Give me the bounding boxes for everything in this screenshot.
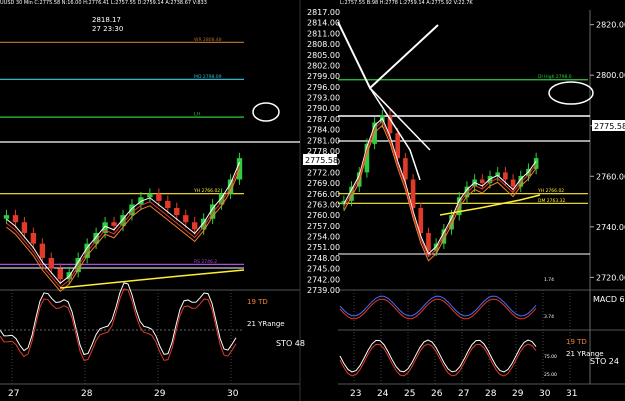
chart-canvas: 2817.00 2814.002811.00 2808.00 2805.002802.… [0,0,625,401]
right-x-tick-label: 25 [404,389,415,399]
price-tick-label: 2742.00 [307,275,340,284]
crosshair-time-label: 27 23:30 [92,25,123,33]
price-tick-label: 2739.00 [307,286,340,295]
price-tick-label: 2760.00 [307,211,340,220]
right-candle [503,172,508,180]
last-price-label: 2775.58 [305,156,338,165]
price-tick-label: 2763.00 [307,200,340,209]
sto-tick: 75.00 [544,354,557,360]
price-tick-label: 2799.00 [307,72,340,81]
left-candle [156,193,162,201]
right-axis-tick-label: 2800.00 [596,71,625,80]
left-candle [30,232,37,244]
price-tick-label: 2748.00 [307,254,340,263]
right-x-tick-label: 29 [512,389,524,399]
left-candle [147,193,153,198]
right-axis-tick-label: 2740.00 [596,223,625,232]
right-candle [480,179,485,184]
td-label-right: 19 TD [566,338,587,346]
level-label: Dl High 2798.0 [538,74,572,80]
price-tick-label: 2814.00 [307,19,340,28]
price-tick-label: 2781.00 [307,136,340,145]
level-label: WR 2808.48 [194,37,222,43]
right-x-tick-label: 24 [377,389,389,399]
chart-screenshot: 2817.00 2814.00 2811.00 2808.00 2805.00 2802.… [0,0,625,401]
level-label: DM 2763.32 [538,198,566,204]
left-candle [3,215,10,219]
price-tick-label: 2751.00 [307,243,340,252]
right-x-tick-label: 28 [485,389,497,399]
left-candle [183,215,189,223]
macd-tick: 1.74 [544,277,554,283]
price-tick-label: 2817.00 [307,8,340,17]
right-axis-tick-label: 2820.00 [596,21,625,30]
right-candle [426,232,431,251]
price-tick-label: 2811.00 [307,29,340,38]
price-tick-label: 2808.00 [307,40,340,49]
sto-label-right: STO 24 [590,357,619,366]
right-axis-tick-label: 2720.00 [596,273,625,282]
level-label: YH 2766.02 [193,188,220,194]
price-tick-label: 2769.00 [307,179,340,188]
price-tick-label: 2745.00 [307,265,340,274]
price-tick-label: 2805.00 [307,51,340,60]
left-candle [57,268,63,280]
left-x-tick-label: 28 [81,389,93,399]
macd-tick: 3.74 [544,314,554,320]
right-header-text: L:2757.55 B:98 H:2778 L:2759.14 A:2775.9… [340,0,473,6]
td-label-left: 19 TD [247,298,268,306]
left-header-text: UUSD 30 Min C:2775.58 N:16.00 H:2776.41 … [0,0,207,6]
left-candle [236,158,243,180]
yrange-label-left: 21 YRange [247,320,285,328]
level-label: LH [194,112,200,118]
last-price-label: 2775.58 [594,122,625,131]
price-tick-label: 2802.00 [307,61,340,70]
crosshair-price-label: 2818.17 [92,16,121,24]
right-x-tick-label: 26 [431,389,443,399]
left-candle [192,222,198,230]
price-tick-label: 2784.00 [307,126,340,135]
right-axis-tick-label: 2760.00 [596,172,625,181]
left-candle [165,200,171,209]
level-label: RS 2746.2 [194,259,217,265]
left-candle [39,243,46,258]
left-x-tick-label: 29 [154,389,166,399]
left-candle [174,208,180,216]
price-tick-label: 2772.00 [307,168,340,177]
sto-tick: 25.00 [544,372,557,378]
price-tick-label: 2796.00 [307,83,340,92]
level-label: YH 2766.02 [537,188,564,194]
left-candle [21,222,28,233]
price-tick-label: 2754.00 [307,233,340,242]
right-candle [510,179,516,187]
sto-label-left: STO 48 [276,339,305,348]
right-candle [403,158,408,180]
left-candle [48,257,54,269]
right-x-tick-label: 31 [566,389,577,399]
left-candle [111,222,117,226]
left-candle [129,204,135,216]
price-tick-label: 2787.00 [307,115,340,124]
right-x-tick-label: 23 [350,389,361,399]
price-tick-label: 2793.00 [307,94,340,103]
right-x-tick-label: 30 [539,389,551,399]
left-x-tick-label: 30 [227,389,239,399]
left-candle [12,215,19,223]
level-label: MO 2798.09 [194,74,222,80]
left-x-tick-label: 27 [8,389,19,399]
price-tick-label: 2757.00 [307,222,340,231]
macd-label: MACD 6 [593,295,625,304]
price-tick-label: 2790.00 [307,104,340,113]
right-x-tick-label: 27 [458,389,469,399]
price-tick-label: 2766.00 [307,190,340,199]
